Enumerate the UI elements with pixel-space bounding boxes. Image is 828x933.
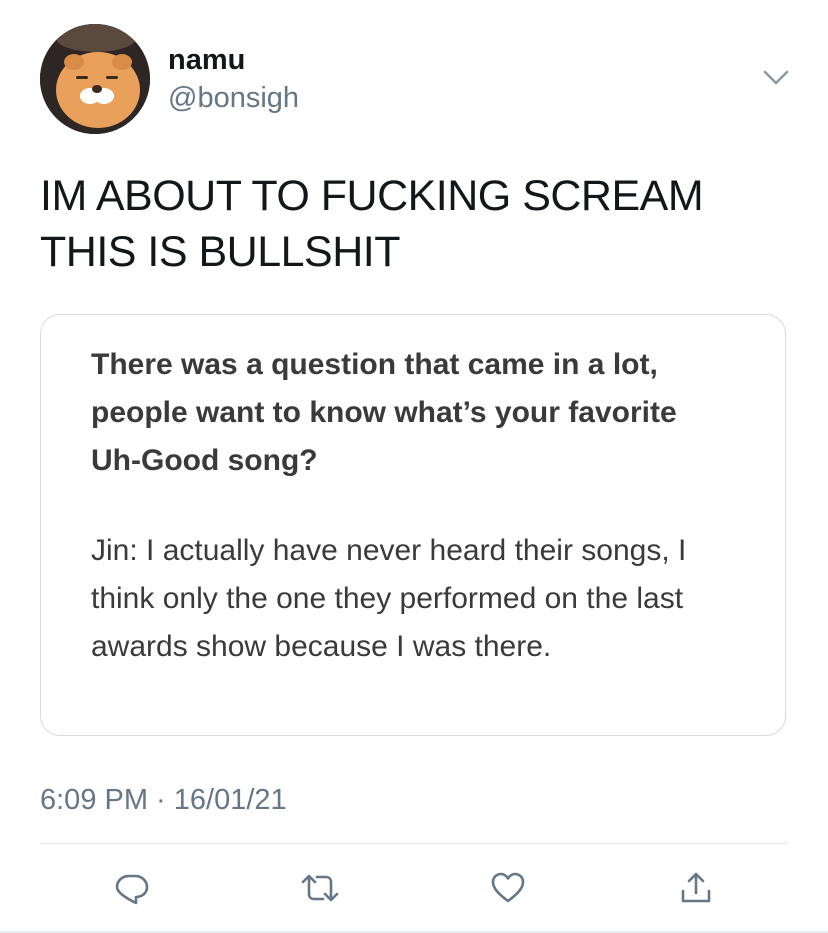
attached-image-card[interactable]: There was a question that came in a lot,… xyxy=(40,314,786,736)
tweet-timestamp[interactable]: 6:09 PM · 16/01/21 xyxy=(40,780,287,820)
chevron-down-icon[interactable] xyxy=(760,66,792,90)
avatar[interactable] xyxy=(40,24,150,134)
reply-button[interactable] xyxy=(110,866,154,910)
tweet-text: IM ABOUT TO FUCKING SCREAM THIS IS BULLS… xyxy=(40,172,704,276)
card-question-text: There was a question that came in a lot,… xyxy=(91,348,677,477)
heart-icon xyxy=(491,872,525,903)
share-button[interactable] xyxy=(674,866,718,910)
retweet-button[interactable] xyxy=(298,866,342,910)
user-handle[interactable]: @bonsigh xyxy=(168,80,299,116)
reply-icon xyxy=(115,874,149,905)
retweet-icon xyxy=(301,874,339,902)
display-name[interactable]: namu xyxy=(168,42,245,78)
card-answer-text: Jin: I actually have never heard their s… xyxy=(91,534,687,663)
like-button[interactable] xyxy=(486,866,530,910)
share-icon xyxy=(681,872,711,903)
divider xyxy=(40,843,788,844)
ryan-bear-avatar-icon xyxy=(40,24,150,134)
